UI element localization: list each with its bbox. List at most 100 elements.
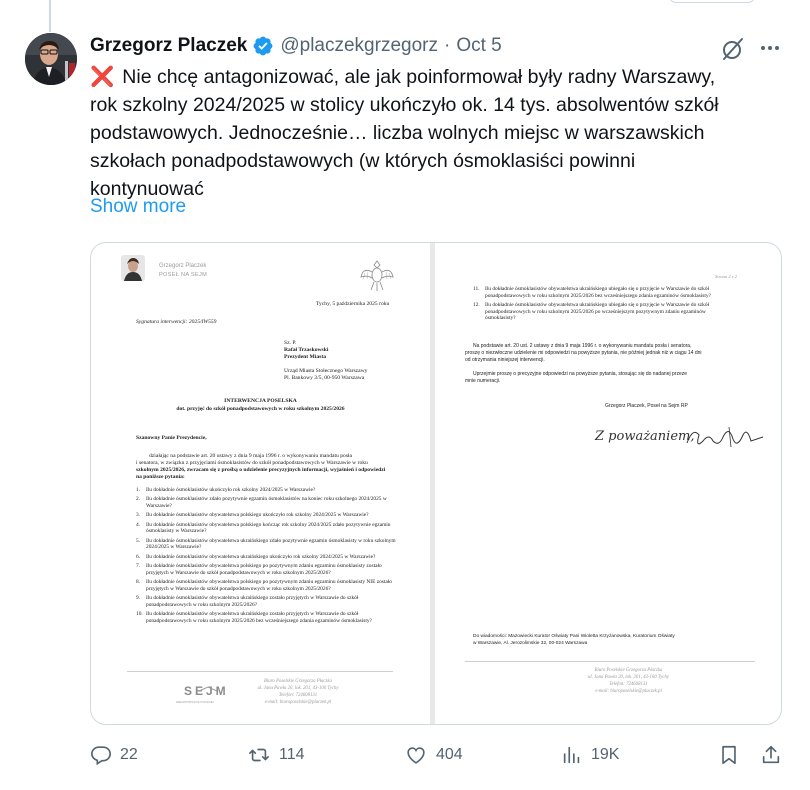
tweet-text-line: podstawowych. Jednocześnie… liczba wolny…	[90, 122, 705, 144]
question-text: Ilu dokładnie ósmoklasistów obywatelstwa…	[146, 595, 359, 608]
question-item: 10. Ilu dokładnie ósmoklasistów obywatels…	[136, 611, 404, 624]
document-title: INTERWENCJA POSELSKA	[224, 398, 297, 404]
grok-icon[interactable]	[720, 36, 746, 62]
author-handle[interactable]: @placzekgrzegorz	[280, 35, 438, 57]
author-name[interactable]: Grzegorz Placzek	[90, 35, 247, 57]
separator-dot: ·	[443, 35, 451, 56]
document-subtitle: dot. przyjęć do szkół ponadpodstawowych …	[176, 406, 345, 412]
attached-document-image[interactable]: Grzegorz Placzek POSEŁ NA SEJM Tychy, 5 …	[90, 242, 782, 725]
intro-line: na poniższe pytania:	[136, 474, 185, 480]
questions-list: 1. Ilu dokładnie ósmoklasistów ukończyło …	[136, 487, 404, 627]
question-number: 1.	[136, 487, 141, 493]
avatar[interactable]	[25, 33, 77, 85]
repost-button[interactable]: 114	[247, 740, 305, 770]
question-item: 1. Ilu dokładnie ósmoklasistów ukończyło …	[136, 487, 404, 494]
footer-line: Telefon: 724608131	[278, 693, 318, 698]
question-text: Ilu dokładnie ósmoklasistów obywatelstwa…	[146, 563, 382, 576]
question-text: Ilu dokładnie ósmoklasistów obywatelstwa…	[485, 301, 710, 322]
closing-line: Na podstawie art. 20 ust. 2 ustawy z dni…	[473, 343, 692, 349]
question-number: 9.	[136, 595, 141, 602]
question-item: 7. Ilu dokładnie ósmoklasistów obywatelst…	[136, 563, 404, 576]
handwritten-signature	[683, 423, 768, 458]
question-item: 6. Ilu dokładnie ósmoklasistów obywatelst…	[136, 554, 404, 561]
letterhead-photo	[121, 255, 145, 281]
thread-connector-line	[49, 0, 51, 32]
signature-name: Grzegorz Płaczek, Poseł na Sejm RP	[605, 403, 688, 409]
questions-list-continued: 11. Ilu dokładnie ósmoklasistów obywatels…	[473, 286, 733, 325]
document-page-1: Grzegorz Placzek POSEŁ NA SEJM Tychy, 5 …	[91, 243, 430, 724]
tweet-actions-bar: 22 114 404 19K	[90, 740, 782, 770]
show-more-link[interactable]: Show more	[90, 196, 186, 218]
tweet-text-line: kontynuować	[90, 178, 204, 200]
question-text: Ilu dokładnie ósmoklasistów obywatelstwa…	[146, 537, 396, 551]
question-item: 9. Ilu dokładnie ósmoklasistów obywatelst…	[136, 595, 404, 608]
reply-button[interactable]: 22	[90, 740, 138, 770]
cc-line: Do wiadomości: Mazowiecki Kurator Oświat…	[473, 634, 675, 639]
question-text: Ilu dokładnie ósmoklasistów obywatelstwa…	[146, 611, 372, 624]
like-count: 404	[436, 746, 463, 763]
question-text: Ilu dokładnie ósmoklasistów obywatelstwa…	[146, 579, 392, 592]
question-number: 4.	[136, 521, 141, 528]
footer-line: ul. Jana Pawła 20, lok. 201, 43-100 Tych…	[587, 675, 670, 680]
reply-icon	[90, 744, 112, 766]
views-button[interactable]: 19K	[561, 740, 619, 770]
handwritten-closing: Z poważaniem,	[595, 429, 695, 444]
bookmark-button[interactable]	[718, 740, 740, 770]
question-item: 5. Ilu dokładnie ósmoklasistów obywatelst…	[136, 538, 404, 551]
footer-rule	[127, 671, 393, 672]
question-item: 3. Ilu dokładnie ósmoklasistów obywatelst…	[136, 512, 404, 519]
question-text: Ilu dokładnie ósmoklasistów obywatelstwa…	[146, 512, 369, 519]
previous-button-partial	[668, 0, 756, 3]
more-icon[interactable]	[756, 36, 784, 60]
question-number: 6.	[136, 553, 141, 560]
question-item: 12. Ilu dokładnie ósmoklasistów obywatels…	[473, 302, 733, 322]
repost-count: 114	[279, 746, 305, 763]
question-text: Ilu dokładnie ósmoklasistów obywatelstwa…	[485, 286, 711, 299]
verified-badge-icon[interactable]	[252, 35, 274, 57]
footer-line: Biuro Poselskie Grzegorza Płaczka	[594, 668, 663, 673]
question-number: 11.	[473, 286, 480, 292]
signature-ref: Sygnatura interwencji: 2025/IW559	[136, 319, 217, 325]
share-icon	[760, 743, 782, 767]
footer-line: Biuro Poselskie Grzegorza Płaczka	[264, 679, 332, 684]
document-page-2: Strona 2 z 2 11. Ilu dokładnie ósmoklasis…	[435, 243, 781, 724]
bookmark-icon	[718, 743, 740, 767]
question-text: Ilu dokładnie ósmoklasistów ukończyło ro…	[146, 487, 316, 493]
closing-line: od otrzymania niniejszej interwencji.	[465, 357, 545, 363]
question-item: 11. Ilu dokładnie ósmoklasistów obywatels…	[473, 286, 733, 299]
footer-line: e-mail: biuroposelskie@placzek.pl	[595, 689, 662, 694]
share-button[interactable]	[760, 740, 782, 770]
request-line: Uprzejmie proszę o precyzyjne odpowiedzi…	[473, 371, 688, 377]
footer-line: ul. Jana Pawła 20, lok. 201, 43-100 Tych…	[257, 686, 339, 691]
request-line: mnie numeracji.	[465, 378, 501, 384]
question-text: Ilu dokładnie ósmoklasistów obywatelstwa…	[146, 521, 391, 535]
question-number: 5.	[136, 537, 141, 544]
tweet-date[interactable]: Oct 5	[456, 35, 501, 57]
question-number: 3.	[136, 512, 141, 519]
tweet-text-line: ❌ Nie chcę antagonizować, ale jak poinfor…	[90, 66, 716, 88]
question-number: 7.	[136, 563, 141, 570]
cross-mark-emoji: ❌	[90, 66, 115, 88]
cc-line: w Warszawie, Al. Jerozolimskie 32, 00-02…	[473, 641, 588, 646]
letterhead-name: Grzegorz Placzek	[159, 263, 207, 269]
question-text: Ilu dokładnie ósmoklasistów zdało pozyty…	[146, 496, 387, 509]
footer-rule	[465, 661, 755, 662]
question-number: 2.	[136, 496, 141, 503]
question-number: 8.	[136, 579, 141, 586]
question-item: 8. Ilu dokładnie ósmoklasistów obywatelst…	[136, 579, 404, 592]
heart-icon	[404, 744, 428, 766]
views-icon	[561, 744, 583, 766]
salutation: Szanowny Panie Prezydencie,	[136, 435, 207, 441]
place-date: Tychy, 5 października 2025 roku	[316, 301, 390, 307]
tweet-header: Grzegorz Placzek @placzekgrzegorz · Oct …	[90, 34, 502, 58]
views-count: 19K	[591, 746, 620, 763]
like-button[interactable]: 404	[404, 740, 463, 770]
polish-eagle-emblem-icon	[357, 255, 397, 300]
question-number: 12.	[473, 301, 480, 308]
recipient-line: Pl. Bankowy 3/5, 00-950 Warszawa	[284, 375, 365, 381]
page-label: Strona 2 z 2	[715, 274, 737, 279]
footer-line: e-mail: biuroposelskie@placzek.pl	[264, 700, 332, 705]
tweet-text: ❌ Nie chcę antagonizować, ale jak poinfor…	[90, 63, 790, 203]
reply-count: 22	[120, 746, 138, 763]
closing-line: proszę o niezwłoczne udzielenie mi odpow…	[465, 350, 702, 356]
